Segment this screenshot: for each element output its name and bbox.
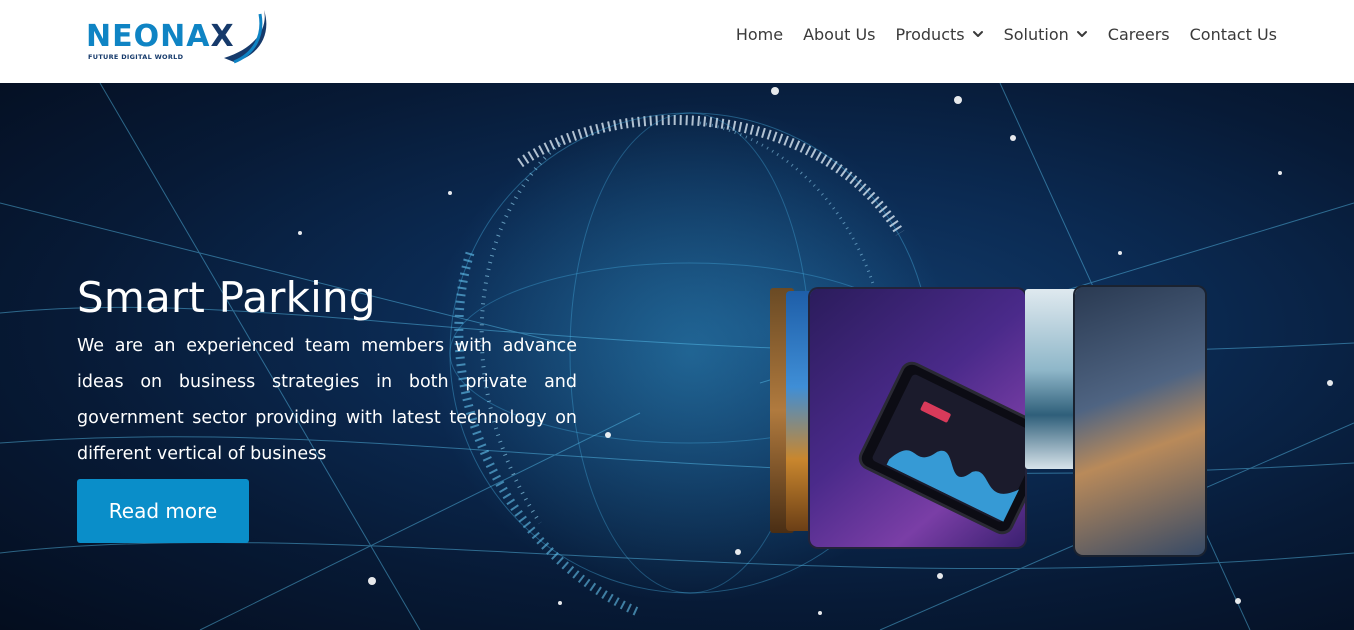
read-more-button[interactable]: Read more: [77, 479, 249, 543]
brand-logo[interactable]: NEONAX FUTURE DIGITAL WORLD: [84, 4, 276, 66]
logo-tagline: FUTURE DIGITAL WORLD: [88, 53, 184, 61]
nav-item-solution[interactable]: Solution: [1004, 25, 1088, 44]
nav-item-home[interactable]: Home: [736, 25, 783, 44]
nav-item-label: About Us: [803, 24, 876, 44]
wave-chart-icon: [886, 450, 1020, 522]
phone-badge: [919, 400, 952, 424]
chevron-down-icon: [972, 31, 983, 37]
nav-item-label: Products: [895, 24, 965, 44]
nav-item-contact-us[interactable]: Contact Us: [1190, 25, 1277, 44]
device-screens-image: [770, 283, 1210, 563]
logo-word-main: NEONA: [86, 19, 211, 54]
smartphone-image: [854, 357, 1025, 539]
screen-panel: [1025, 289, 1080, 469]
phone-screen: [871, 373, 1025, 524]
nav-item-label: Contact Us: [1189, 24, 1277, 44]
hero-description: We are an experienced team members with …: [77, 336, 577, 464]
logo-wordmark: NEONAX: [86, 22, 235, 52]
logo-word-x: X: [210, 19, 235, 54]
nav-item-label: Solution: [1003, 24, 1069, 44]
chevron-down-icon: [1076, 31, 1087, 37]
hero-banner: Smart Parking We are an experienced team…: [0, 83, 1354, 630]
nav-item-label: Careers: [1107, 24, 1170, 44]
main-nav: Home About Us Products Solution Careers …: [736, 20, 1277, 48]
screen-panel: [1075, 287, 1205, 555]
nav-item-about-us[interactable]: About Us: [803, 25, 875, 44]
nav-item-products[interactable]: Products: [896, 25, 984, 44]
screen-panel: [810, 289, 1025, 547]
nav-item-label: Home: [735, 24, 784, 44]
nav-item-careers[interactable]: Careers: [1108, 25, 1170, 44]
hero-title: Smart Parking: [77, 273, 376, 322]
site-header: NEONAX FUTURE DIGITAL WORLD Home About U…: [0, 0, 1354, 83]
